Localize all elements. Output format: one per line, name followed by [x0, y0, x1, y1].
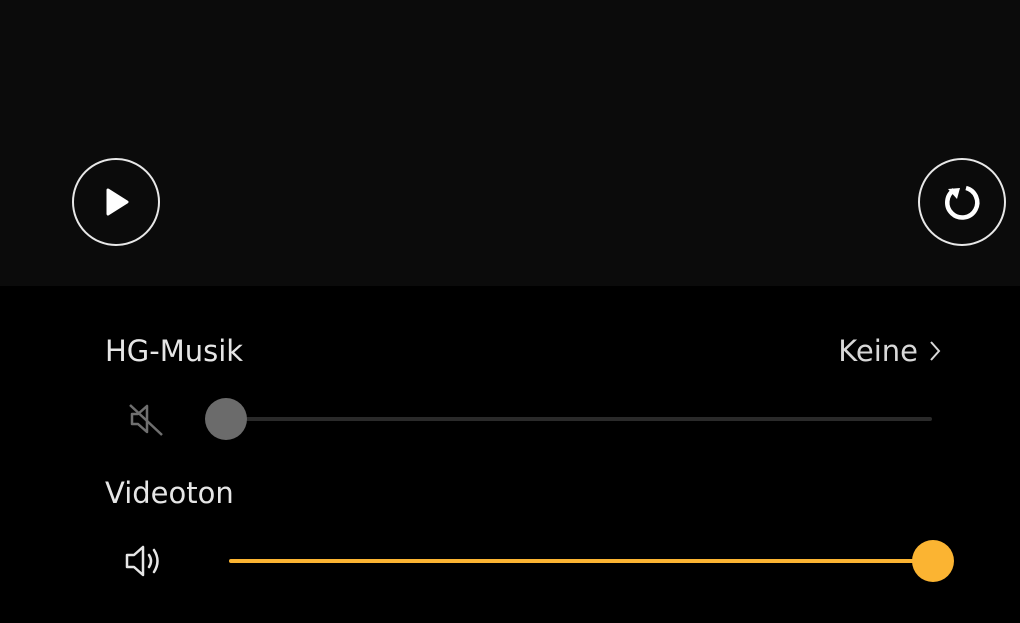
speaker-muted-icon — [129, 404, 163, 436]
editor-audio-screen: HG-Musik Keine Videoton — [0, 0, 1020, 623]
background-music-selector[interactable]: Keine — [838, 334, 942, 368]
play-button[interactable] — [72, 158, 160, 246]
play-icon — [106, 188, 129, 216]
speaker-icon — [125, 545, 159, 577]
video-preview[interactable] — [0, 0, 1020, 286]
slider-track — [226, 417, 932, 421]
video-sound-volume-slider[interactable] — [229, 539, 954, 583]
video-sound-mute-button[interactable] — [122, 539, 166, 583]
replay-icon — [945, 185, 980, 220]
slider-thumb[interactable] — [205, 398, 247, 440]
chevron-right-icon — [930, 341, 941, 361]
slider-fill — [229, 559, 933, 563]
background-music-value: Keine — [838, 334, 918, 368]
background-music-label: HG-Musik — [105, 334, 244, 368]
background-music-mute-button[interactable] — [124, 397, 168, 441]
replay-button[interactable] — [918, 158, 1006, 246]
video-sound-label: Videoton — [105, 476, 234, 510]
background-music-volume-slider[interactable] — [205, 397, 932, 441]
slider-thumb[interactable] — [912, 540, 954, 582]
